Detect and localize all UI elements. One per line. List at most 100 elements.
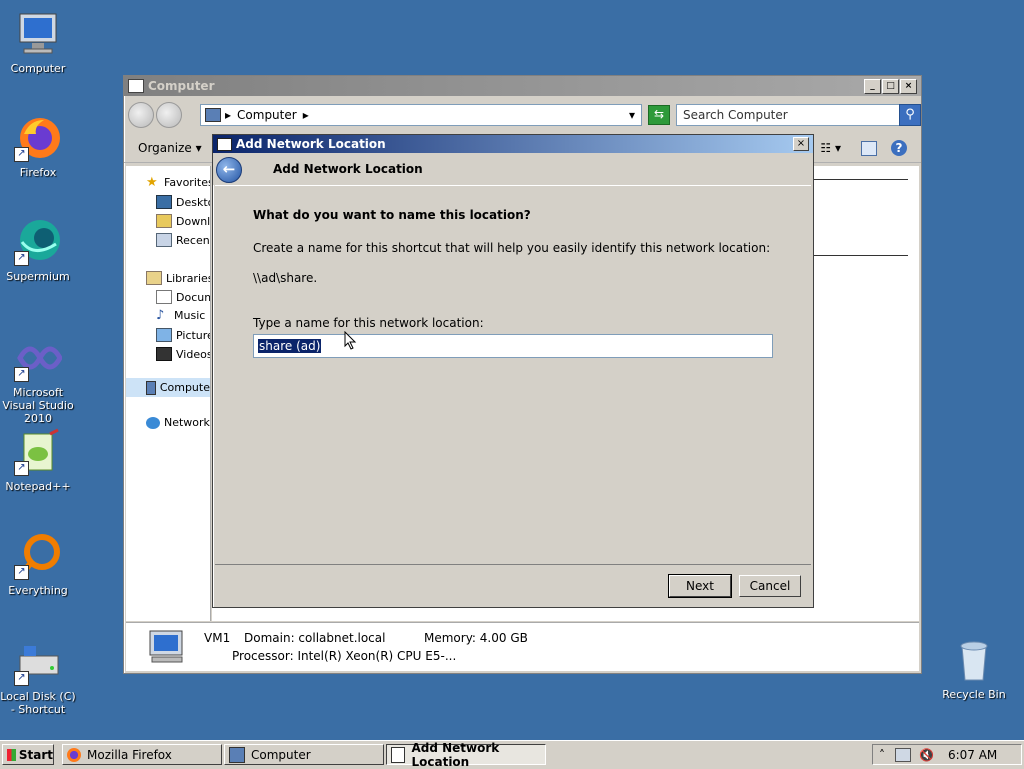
sidebar-item-pictures[interactable]: Picture: [156, 328, 210, 342]
processor-text: Processor: Intel(R) Xeon(R) CPU E5-...: [232, 649, 457, 663]
libraries-icon: [146, 271, 162, 285]
chevron-down-icon[interactable]: ▾: [629, 108, 635, 122]
wizard-body: What do you want to name this location? …: [215, 185, 811, 565]
desktop-icon-recycle-bin[interactable]: Recycle Bin: [934, 636, 1014, 701]
shortcut-arrow-icon: ↗: [14, 367, 29, 382]
window-icon: [217, 137, 232, 151]
sidebar-item-computer[interactable]: Compute: [126, 378, 210, 397]
recent-places-icon: [156, 233, 172, 247]
name-field-label: Type a name for this network location:: [253, 316, 484, 330]
desktop-icon-supermium[interactable]: ↗ Supermium: [0, 218, 78, 283]
star-icon: ★: [146, 174, 158, 190]
computer-name: VM1: [204, 631, 231, 645]
computer-icon: [205, 108, 221, 122]
minimize-button[interactable]: _: [864, 79, 881, 94]
chevron-right-icon: ▸: [302, 108, 309, 122]
desktop-icon-label: Recycle Bin: [942, 688, 1006, 701]
music-icon: ♪: [156, 307, 165, 323]
desktop-icon-label: Computer: [10, 62, 66, 75]
forward-button[interactable]: [156, 102, 182, 128]
sidebar-item-network[interactable]: Network: [146, 416, 210, 429]
organize-button[interactable]: Organize ▾: [138, 141, 202, 155]
next-button[interactable]: Next: [668, 574, 732, 598]
navigation-pane: ★Favorites Deskto Downlo Recent Librarie…: [126, 166, 211, 621]
shortcut-arrow-icon: ↗: [14, 461, 29, 476]
notepadpp-icon: ↗: [14, 428, 62, 476]
desktop-icon-label: Microsoft Visual Studio 2010: [2, 386, 74, 425]
divider: [812, 255, 908, 256]
search-icon[interactable]: ⚲: [899, 104, 921, 126]
view-options-icon[interactable]: ☷ ▾: [820, 141, 841, 155]
system-tray: ˄ 🔇 6:07 AM: [872, 744, 1022, 765]
close-button[interactable]: ×: [793, 137, 809, 151]
visual-studio-icon: ↗: [14, 334, 63, 382]
documents-icon: [156, 290, 172, 304]
desktop-icon-computer[interactable]: Computer: [0, 10, 78, 75]
everything-icon: ↗: [14, 532, 62, 580]
desktop-icon-local-disk[interactable]: ↗ Local Disk (C) - Shortcut: [0, 638, 78, 716]
videos-icon: [156, 347, 172, 361]
network-tray-icon[interactable]: [895, 747, 911, 762]
desktop-icon-label: Everything: [8, 584, 68, 597]
sidebar-item-music[interactable]: ♪ Music: [156, 307, 205, 323]
maximize-button[interactable]: □: [882, 79, 899, 94]
shortcut-arrow-icon: ↗: [14, 251, 29, 266]
selected-text: share (ad): [258, 339, 322, 353]
refresh-button[interactable]: ⇆: [648, 105, 670, 125]
taskbar-item-computer[interactable]: Computer: [224, 744, 384, 765]
cancel-button[interactable]: Cancel: [739, 575, 801, 597]
computer-icon: [14, 10, 62, 58]
cursor-icon: [344, 331, 357, 350]
wizard-title: Add Network Location: [273, 162, 423, 176]
desktop-icon-firefox[interactable]: ↗ Firefox: [0, 114, 78, 179]
windows-flag-icon: [7, 748, 16, 761]
address-bar[interactable]: ▸ Computer ▸ ▾: [200, 104, 642, 126]
taskbar-item-add-network-location[interactable]: Add Network Location: [386, 741, 546, 769]
sidebar-item-desktop[interactable]: Deskto: [156, 195, 210, 209]
sidebar-item-documents[interactable]: Docum: [156, 290, 210, 304]
help-icon[interactable]: ?: [891, 140, 907, 156]
sidebar-item-downloads[interactable]: Downlo: [156, 214, 210, 228]
explorer-titlebar[interactable]: Computer _ □ ×: [124, 76, 921, 96]
domain-text: Domain: collabnet.local: [244, 631, 386, 645]
desktop-icon-label: Supermium: [6, 270, 70, 283]
network-icon: [146, 416, 160, 429]
supermium-icon: ↗: [14, 218, 62, 266]
start-button[interactable]: Start: [2, 744, 54, 765]
description-text: Create a name for this shortcut that wil…: [253, 241, 771, 255]
desktop-icon-notepadpp[interactable]: ↗ Notepad++: [0, 428, 78, 493]
recycle-bin-icon: [950, 636, 998, 684]
shortcut-arrow-icon: ↗: [14, 147, 29, 162]
location-name-input[interactable]: share (ad): [253, 331, 773, 358]
desktop-icon-everything[interactable]: ↗ Everything: [0, 532, 78, 597]
drive-icon: ↗: [14, 638, 62, 686]
chevron-up-icon[interactable]: ˄: [879, 748, 885, 762]
search-input[interactable]: Search Computer: [676, 104, 902, 126]
shortcut-arrow-icon: ↗: [14, 565, 29, 580]
sidebar-item-favorites[interactable]: ★ Favorites: [146, 174, 210, 190]
sidebar-item-libraries[interactable]: Libraries: [146, 271, 210, 285]
details-pane: VM1 Domain: collabnet.local Memory: 4.00…: [126, 622, 919, 671]
computer-icon: [128, 79, 144, 93]
sidebar-item-recent[interactable]: Recent: [156, 233, 210, 247]
clock[interactable]: 6:07 AM: [948, 748, 997, 762]
back-arrow-icon[interactable]: ←: [216, 157, 242, 183]
desktop-icon-visual-studio[interactable]: ↗ Microsoft Visual Studio 2010: [0, 334, 78, 425]
volume-muted-icon[interactable]: 🔇: [919, 748, 934, 762]
add-network-location-dialog[interactable]: Add Network Location × ← Add Network Loc…: [212, 134, 814, 608]
taskbar: Start Mozilla Firefox Computer Add Netwo…: [0, 740, 1024, 769]
close-button[interactable]: ×: [900, 79, 917, 94]
computer-icon: [149, 630, 183, 663]
dialog-titlebar[interactable]: Add Network Location: [213, 135, 813, 153]
wizard-header: ← Add Network Location: [213, 153, 813, 185]
network-path: \\ad\share.: [253, 271, 318, 285]
taskbar-item-firefox[interactable]: Mozilla Firefox: [62, 744, 222, 765]
address-text: Computer: [237, 108, 297, 122]
preview-pane-icon[interactable]: [861, 140, 877, 156]
firefox-icon: ↗: [14, 114, 62, 162]
computer-icon: [229, 746, 245, 763]
desktop-icon-label: Notepad++: [5, 480, 71, 493]
back-button[interactable]: [128, 102, 154, 128]
downloads-icon: [156, 214, 172, 228]
sidebar-item-videos[interactable]: Videos: [156, 347, 210, 361]
